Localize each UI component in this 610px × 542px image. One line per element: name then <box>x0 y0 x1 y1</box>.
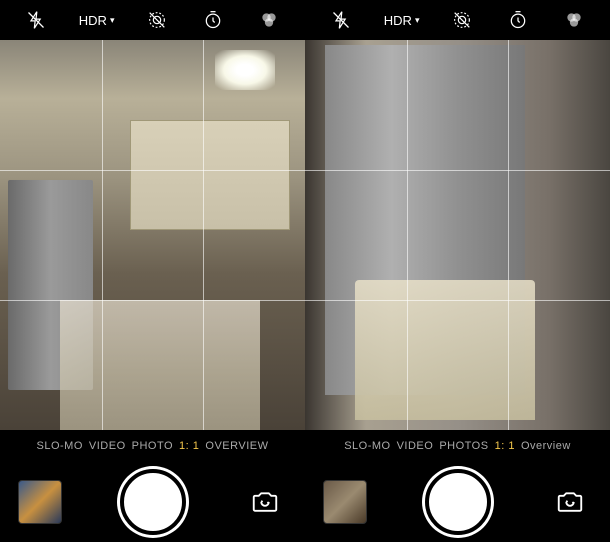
filters-icon[interactable] <box>561 7 587 33</box>
bottom-controls <box>0 462 305 542</box>
switch-camera-button[interactable] <box>243 480 287 524</box>
hdr-toggle[interactable]: HDR▾ <box>384 13 420 28</box>
hdr-toggle[interactable]: HDR▾ <box>79 13 115 28</box>
live-photo-off-icon[interactable] <box>144 7 170 33</box>
mode-selector[interactable]: SLO-MO VIDEO PHOTO 1: 1 OVERVIEW <box>0 430 305 462</box>
timer-icon[interactable] <box>505 7 531 33</box>
mode-square[interactable]: 1: 1 <box>179 440 199 452</box>
chevron-down-icon: ▾ <box>110 15 115 26</box>
filters-icon[interactable] <box>256 7 282 33</box>
switch-camera-button[interactable] <box>548 480 592 524</box>
last-photo-thumbnail[interactable] <box>323 480 367 524</box>
mode-overview[interactable]: OVERVIEW <box>205 440 268 452</box>
mode-photo[interactable]: PHOTO <box>132 440 173 452</box>
bottom-controls <box>305 462 610 542</box>
mode-square[interactable]: 1: 1 <box>495 440 515 452</box>
camera-preview <box>0 40 305 430</box>
shutter-button[interactable] <box>425 469 491 535</box>
hdr-label: HDR <box>79 13 107 28</box>
mode-selector[interactable]: SLO-MO VIDEO PHOTOS 1: 1 Overview <box>305 430 610 462</box>
timer-icon[interactable] <box>200 7 226 33</box>
viewfinder[interactable] <box>305 40 610 430</box>
mode-slomo[interactable]: SLO-MO <box>344 440 390 452</box>
chevron-down-icon: ▾ <box>415 15 420 26</box>
mode-photos[interactable]: PHOTOS <box>439 440 488 452</box>
flash-icon[interactable] <box>23 7 49 33</box>
live-photo-off-icon[interactable] <box>449 7 475 33</box>
top-controls: HDR▾ <box>305 0 610 40</box>
last-photo-thumbnail[interactable] <box>18 480 62 524</box>
mode-overview[interactable]: Overview <box>521 440 571 452</box>
hdr-label: HDR <box>384 13 412 28</box>
shutter-button[interactable] <box>120 469 186 535</box>
camera-preview <box>305 40 610 430</box>
camera-panel-left: HDR▾ SLO-MO VIDEO PHOTO 1: 1 OVERV <box>0 0 305 542</box>
camera-panel-right: HDR▾ SLO-MO VIDEO PHOTOS 1: 1 Overview <box>305 0 610 542</box>
mode-video[interactable]: VIDEO <box>397 440 434 452</box>
flash-icon[interactable] <box>328 7 354 33</box>
viewfinder[interactable] <box>0 40 305 430</box>
mode-slomo[interactable]: SLO-MO <box>36 440 82 452</box>
mode-video[interactable]: VIDEO <box>89 440 126 452</box>
top-controls: HDR▾ <box>0 0 305 40</box>
